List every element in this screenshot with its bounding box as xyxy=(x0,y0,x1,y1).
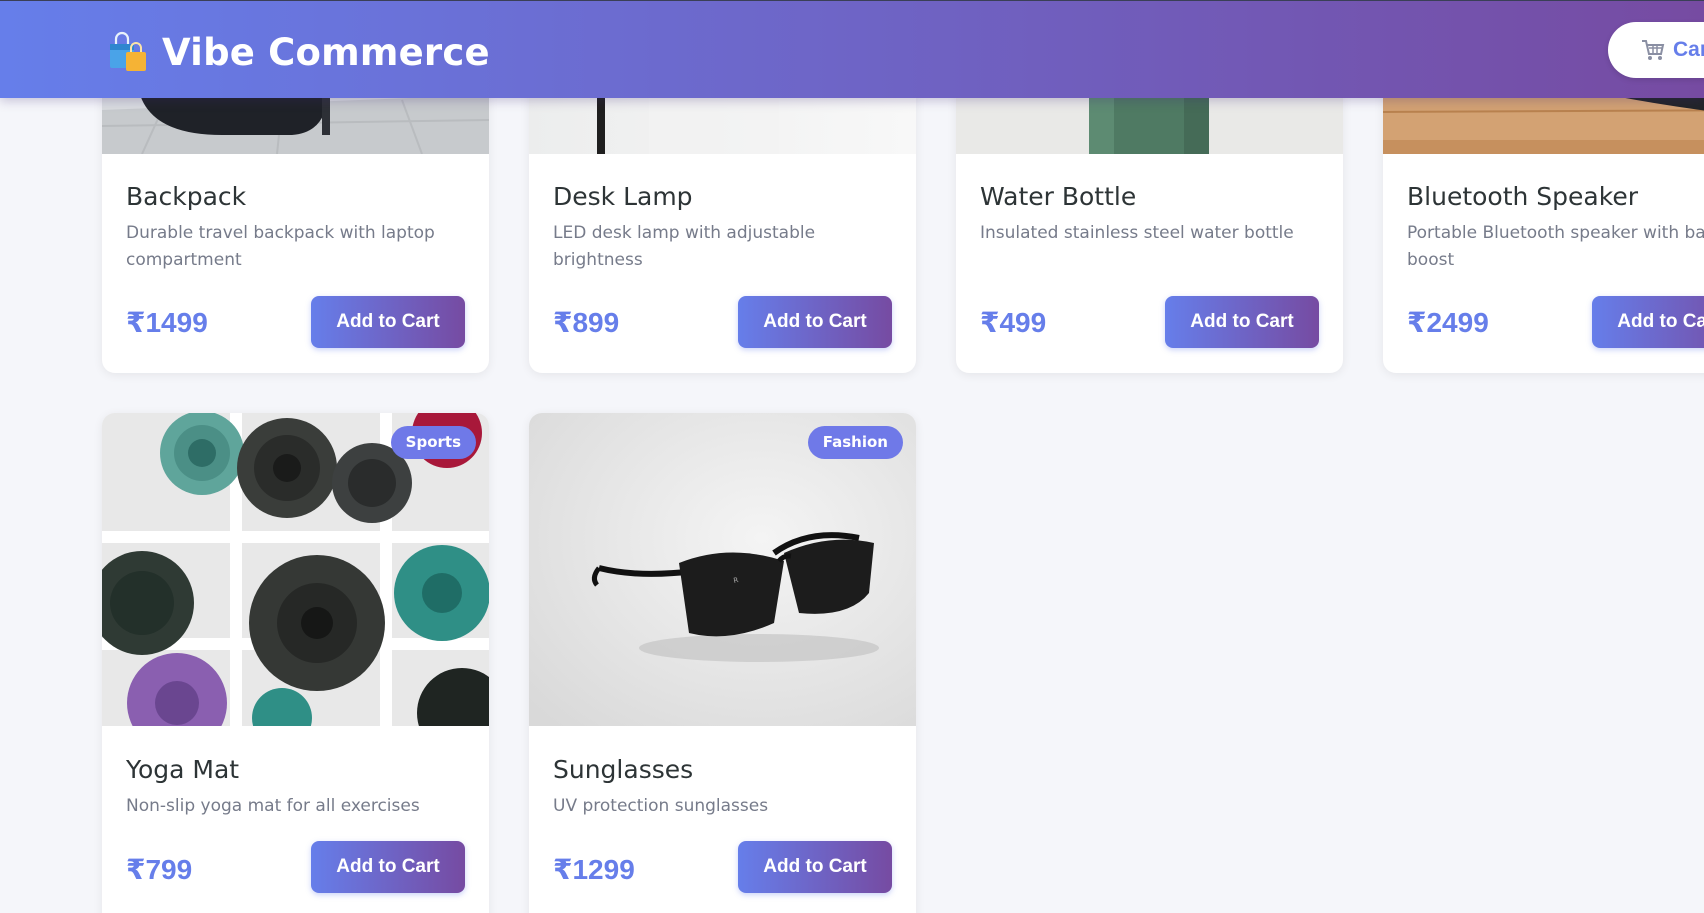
product-description: LED desk lamp with adjustable brightness xyxy=(553,223,816,270)
add-to-cart-button[interactable]: Add to Cart xyxy=(311,841,465,893)
cart-button[interactable]: Cart xyxy=(1608,22,1704,78)
product-price: ₹799 xyxy=(126,854,193,885)
product-price: ₹1499 xyxy=(126,307,208,338)
product-name: Sunglasses xyxy=(553,755,694,784)
product-description: UV protection sunglasses xyxy=(553,796,769,816)
product-description: Non-slip yoga mat for all exercises xyxy=(126,796,420,816)
product-price: ₹2499 xyxy=(1407,307,1489,338)
product-description: Portable Bluetooth speaker with bass boo… xyxy=(1407,223,1704,270)
category-badge: Sports xyxy=(390,426,476,459)
add-to-cart-button[interactable]: Add to Cart xyxy=(311,296,465,348)
product-image-sunglasses: R Fashion xyxy=(529,413,916,726)
add-to-cart-button[interactable]: Add to Cart xyxy=(738,296,892,348)
product-description: Insulated stainless steel water bottle xyxy=(980,223,1294,243)
site-header: Vibe Commerce Cart xyxy=(0,0,1704,98)
add-to-cart-button[interactable]: Add to Cart xyxy=(1165,296,1319,348)
logo[interactable]: Vibe Commerce xyxy=(106,29,490,75)
product-name: Yoga Mat xyxy=(126,755,240,784)
product-name: Bluetooth Speaker xyxy=(1407,182,1638,211)
product-description: Durable travel backpack with laptop comp… xyxy=(126,223,435,270)
site-title: Vibe Commerce xyxy=(162,30,490,74)
shopping-bags-icon xyxy=(110,31,146,71)
category-badge: Fashion xyxy=(807,426,903,459)
page: Vibe Commerce Cart xyxy=(0,0,1704,913)
cart-icon xyxy=(1642,40,1665,60)
cart-label: Cart xyxy=(1673,38,1704,61)
product-name: Backpack xyxy=(126,182,247,211)
product-image-yoga-mat: Sports xyxy=(102,413,489,726)
product-card-sunglasses: R Fashion Sunglasses UV protection sungl… xyxy=(529,413,916,913)
product-card-yoga-mat: Sports Yoga Mat Non-slip yoga mat for al… xyxy=(102,413,489,913)
add-to-cart-button[interactable]: Add to Cart xyxy=(1592,296,1704,348)
product-price: ₹899 xyxy=(553,307,620,338)
product-name: Water Bottle xyxy=(980,182,1137,211)
add-to-cart-button[interactable]: Add to Cart xyxy=(738,841,892,893)
product-price: ₹1299 xyxy=(553,854,635,885)
product-price: ₹499 xyxy=(980,307,1047,338)
product-name: Desk Lamp xyxy=(553,182,693,211)
